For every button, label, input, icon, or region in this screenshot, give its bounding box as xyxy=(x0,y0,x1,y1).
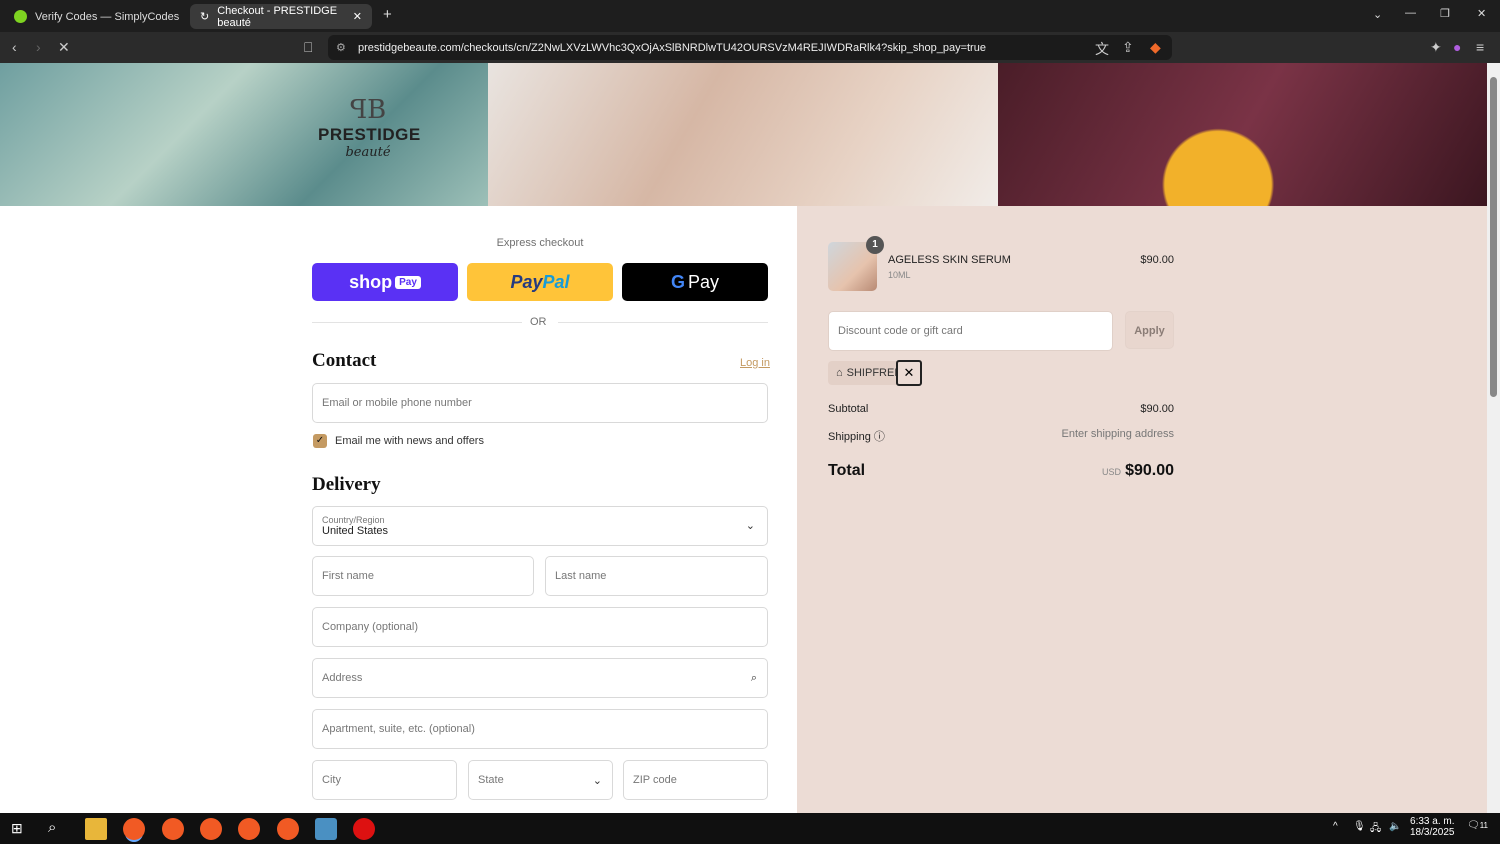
address-field[interactable]: Address ⌕ xyxy=(312,658,768,698)
restore-icon[interactable]: ❐ xyxy=(1440,7,1450,20)
back-icon[interactable]: ‹ xyxy=(12,39,17,55)
search-icon: ⌕ xyxy=(750,671,757,684)
address-bar[interactable]: ⚙ prestidgebeaute.com/checkouts/cn/Z2NwLX… xyxy=(328,35,1172,60)
media-player-icon[interactable] xyxy=(353,818,375,840)
tab-checkout[interactable]: ↻ Checkout - PRESTIDGE beauté ✕ xyxy=(190,4,372,29)
apply-button[interactable]: Apply xyxy=(1125,311,1174,349)
taskbar: ⊞ ⌕ ^ 🎙 🖧 🔈 6:33 a. m. 18/3/2025 🗨11 xyxy=(0,813,1500,844)
chevron-down-icon: ⌄ xyxy=(592,774,602,787)
or-separator: OR xyxy=(530,316,547,328)
shipping-label: Shipping ⓘ xyxy=(828,431,885,443)
email-field[interactable]: Email or mobile phone number xyxy=(312,383,768,423)
subtotal-value: $90.00 xyxy=(1140,403,1174,415)
product-price: $90.00 xyxy=(1140,254,1174,266)
simplycodes-icon xyxy=(14,10,27,23)
close-window-icon[interactable]: ✕ xyxy=(1477,7,1486,20)
total-label: Total xyxy=(828,462,866,479)
tab-list-icon[interactable]: ⌄ xyxy=(1373,8,1382,21)
contact-heading: Contact xyxy=(312,350,377,371)
tray-chevron-icon[interactable]: ^ xyxy=(1333,821,1338,832)
total-value: USD $90.00 xyxy=(1102,462,1174,479)
hero-banner xyxy=(0,63,1487,206)
discount-field[interactable]: Discount code or gift card xyxy=(828,311,1113,351)
product-variant: 10ML xyxy=(888,270,911,280)
brave-icon[interactable] xyxy=(200,818,222,840)
search-icon[interactable]: ⌕ xyxy=(48,819,56,836)
logo-mark-icon: ꟼB xyxy=(349,95,387,125)
brave-shields-icon[interactable]: ◆ xyxy=(1150,39,1161,56)
microphone-icon[interactable]: 🎙 xyxy=(1353,821,1366,832)
app-icon[interactable] xyxy=(315,818,337,840)
browser-toolbar: ‹ › ✕ ⎕ ⚙ prestidgebeaute.com/checkouts/c… xyxy=(0,32,1500,63)
brand-logo[interactable]: ꟼB PRESTIDGE beauté xyxy=(318,95,420,160)
city-field[interactable]: City xyxy=(312,760,457,800)
menu-icon[interactable]: ≡ xyxy=(1476,39,1484,55)
bookmark-icon[interactable]: ⎕ xyxy=(304,39,312,56)
login-link[interactable]: Log in xyxy=(740,357,770,369)
browser-tab-bar: Verify Codes — SimplyCodes ↻ Checkout - P… xyxy=(0,0,1500,32)
zip-field[interactable]: ZIP code xyxy=(623,760,768,800)
brave-icon[interactable] xyxy=(277,818,299,840)
site-info-icon[interactable]: ⚙ xyxy=(336,41,346,54)
extensions-icon[interactable]: ✦ xyxy=(1430,39,1442,56)
shipping-value: Enter shipping address xyxy=(1061,428,1174,440)
brave-icon[interactable] xyxy=(238,818,260,840)
loading-icon: ↻ xyxy=(200,11,210,23)
shop-pay-button[interactable]: shop Pay xyxy=(312,263,458,301)
new-tab-icon[interactable]: + xyxy=(383,6,392,23)
newsletter-checkbox[interactable]: ✓ xyxy=(313,434,327,448)
help-icon[interactable]: ⓘ xyxy=(874,431,885,443)
chevron-down-icon: ⌄ xyxy=(745,520,755,532)
share-icon[interactable]: ⇪ xyxy=(1122,39,1134,56)
brave-icon[interactable] xyxy=(162,818,184,840)
windows-start-icon[interactable]: ⊞ xyxy=(11,820,23,837)
model-image xyxy=(488,63,998,206)
scrollbar-thumb[interactable] xyxy=(1490,77,1497,397)
scrollbar[interactable] xyxy=(1487,63,1500,813)
paypal-button[interactable]: Pay Pal xyxy=(467,263,613,301)
leo-icon[interactable]: ● xyxy=(1453,39,1461,55)
product-name: AGELESS SKIN SERUM xyxy=(888,254,1011,266)
apartment-field[interactable]: Apartment, suite, etc. (optional) xyxy=(312,709,768,749)
last-name-field[interactable]: Last name xyxy=(545,556,768,596)
file-explorer-icon[interactable] xyxy=(85,818,107,840)
close-tab-icon[interactable]: ✕ xyxy=(353,10,362,23)
divider xyxy=(558,322,768,323)
brave-icon[interactable] xyxy=(123,818,145,840)
delivery-heading: Delivery xyxy=(312,474,381,495)
subtotal-label: Subtotal xyxy=(828,403,869,415)
tab-verify-codes[interactable]: Verify Codes — SimplyCodes xyxy=(4,4,189,29)
translate-icon[interactable]: 文 xyxy=(1095,39,1109,59)
country-select[interactable]: Country/Region United States ⌄ xyxy=(312,506,768,546)
newsletter-label: Email me with news and offers xyxy=(335,435,484,447)
volume-icon[interactable]: 🔈 xyxy=(1389,821,1401,832)
network-icon[interactable]: 🖧 xyxy=(1370,821,1381,838)
google-pay-button[interactable]: G Pay xyxy=(622,263,768,301)
stop-icon[interactable]: ✕ xyxy=(58,39,70,56)
forward-icon[interactable]: › xyxy=(36,39,41,55)
remove-discount-button[interactable]: ✕ xyxy=(896,360,922,386)
company-field[interactable]: Company (optional) xyxy=(312,607,768,647)
minimize-icon[interactable]: — xyxy=(1405,7,1416,19)
divider xyxy=(312,322,522,323)
state-select[interactable]: State ⌄ xyxy=(468,760,613,800)
fruit-image xyxy=(998,63,1487,206)
first-name-field[interactable]: First name xyxy=(312,556,534,596)
notifications-icon[interactable]: 🗨11 xyxy=(1467,820,1488,831)
clock[interactable]: 6:33 a. m. 18/3/2025 xyxy=(1410,816,1455,838)
quantity-badge: 1 xyxy=(866,236,884,254)
order-summary xyxy=(797,206,1487,813)
express-checkout-label: Express checkout xyxy=(496,237,584,249)
google-icon: G xyxy=(670,271,685,292)
tag-icon: ⌂ xyxy=(836,367,843,379)
